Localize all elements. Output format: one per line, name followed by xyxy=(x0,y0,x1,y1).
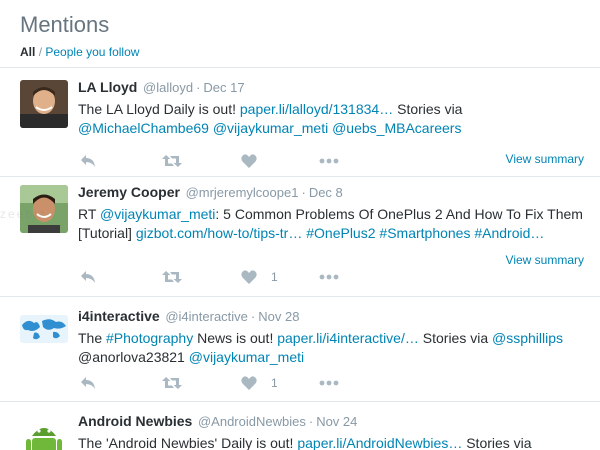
avatar[interactable] xyxy=(20,185,68,233)
tweet-text-segment: @anorlova23821 xyxy=(78,349,189,365)
tweet-meta: i4interactive @i4interactive · Nov 28 xyxy=(78,307,586,326)
more-button[interactable] xyxy=(319,267,339,287)
tweet-text: RT @vijaykumar_meti: 5 Common Problems O… xyxy=(78,205,588,243)
tweet-text-segment: The xyxy=(78,330,107,346)
meta-dot: · xyxy=(250,309,256,324)
tweet-date[interactable]: Nov 24 xyxy=(316,414,357,429)
reply-icon xyxy=(81,155,95,167)
reply-icon xyxy=(81,377,95,389)
more-icon xyxy=(319,380,339,386)
author-name[interactable]: LA Lloyd xyxy=(78,79,137,95)
more-button[interactable] xyxy=(319,373,339,393)
like-button[interactable]: 1 xyxy=(241,267,278,287)
tweet-link[interactable]: paper.li/i4interactive/… xyxy=(277,330,419,346)
tweet-text: The LA Lloyd Daily is out! paper.li/lall… xyxy=(78,100,588,138)
tweet-link[interactable]: paper.li/lalloyd/131834… xyxy=(240,101,393,117)
heart-icon xyxy=(241,270,257,284)
tweet-mention[interactable]: #Photography xyxy=(106,330,193,346)
retweet-button[interactable] xyxy=(162,267,182,287)
view-summary-link[interactable]: View summary xyxy=(506,253,584,267)
tweet-text-segment: Stories via xyxy=(393,101,463,117)
reply-icon xyxy=(81,271,95,283)
tweet-mention[interactable]: @ssphillips xyxy=(492,330,563,346)
author-handle[interactable]: @i4interactive xyxy=(165,309,248,324)
tweet-mention[interactable]: @vijaykumar_meti xyxy=(100,206,215,222)
tweet-mention[interactable]: @MichaelChambe69 xyxy=(78,120,209,136)
reply-button[interactable] xyxy=(80,373,96,393)
meta-dot: · xyxy=(301,185,306,200)
tweet-mention[interactable]: #OnePlus2 xyxy=(306,225,375,241)
like-button[interactable] xyxy=(241,151,271,171)
tweet-date[interactable]: Nov 28 xyxy=(258,309,299,324)
tweet-mention[interactable]: @uebs_MBAcareers xyxy=(332,120,461,136)
tweet-text-segment: Stories via xyxy=(418,330,493,346)
more-button[interactable] xyxy=(319,151,339,171)
tweet-item[interactable]: i4interactive @i4interactive · Nov 28 The … xyxy=(0,297,600,402)
meta-dot: · xyxy=(308,414,314,429)
tweet-actions: 1 View summary xyxy=(78,253,588,287)
tweet-link[interactable]: paper.li/AndroidNewbies… xyxy=(297,435,462,450)
tweet-link[interactable]: gizbot.com/how-to/tips-tr… xyxy=(136,225,303,241)
tweet-item[interactable]: Jeremy Cooper @mrjeremylcoope1 · Dec 8 RT … xyxy=(0,177,600,297)
tweet-text: The 'Android Newbies' Daily is out! pape… xyxy=(78,434,588,450)
tweet-meta: Jeremy Cooper @mrjeremylcoope1 · Dec 8 xyxy=(78,183,586,202)
page-title: Mentions xyxy=(20,12,110,37)
author-handle[interactable]: @AndroidNewbies xyxy=(198,414,306,429)
tweet-text-segment: The 'Android Newbies' Daily is out! xyxy=(78,435,298,450)
mentions-page: Mentions All / People you follow LA Lloy… xyxy=(0,0,600,450)
mentions-header: Mentions All / People you follow xyxy=(0,0,600,68)
avatar[interactable] xyxy=(20,315,68,343)
tweet-text-segment: RT xyxy=(78,206,101,222)
tweet-text-segment: Stories via xyxy=(462,435,532,450)
avatar[interactable] xyxy=(20,414,68,450)
author-handle[interactable]: @mrjeremylcoope1 xyxy=(186,185,299,200)
retweet-button[interactable] xyxy=(162,151,182,171)
retweet-button[interactable] xyxy=(162,373,182,393)
author-name[interactable]: i4interactive xyxy=(78,308,160,324)
tweet-text-segment: News is out! xyxy=(193,330,278,346)
tweet-content: Jeremy Cooper @mrjeremylcoope1 · Dec 8 RT … xyxy=(78,183,586,243)
tweet-mention[interactable]: #Android… xyxy=(474,225,544,241)
tweet-item[interactable]: LA Lloyd @lalloyd · Dec 17 The LA Lloyd Da… xyxy=(0,68,600,177)
like-button[interactable]: 1 xyxy=(241,373,278,393)
tweet-date[interactable]: Dec 17 xyxy=(203,80,244,95)
tweet-item[interactable]: Android Newbies @AndroidNewbies · Nov 24 T… xyxy=(0,402,600,450)
retweet-icon xyxy=(162,155,182,167)
mentions-filter: All / People you follow xyxy=(20,44,600,60)
tweet-text-segment: The LA Lloyd Daily is out! xyxy=(78,101,240,117)
more-icon xyxy=(319,274,339,280)
more-icon xyxy=(319,158,339,164)
tweet-mention[interactable]: @vijaykumar_meti xyxy=(213,120,328,136)
tweet-actions: View summary xyxy=(78,151,588,171)
reply-button[interactable] xyxy=(80,151,96,171)
tweet-meta: Android Newbies @AndroidNewbies · Nov 24 xyxy=(78,412,586,431)
retweet-icon xyxy=(162,377,182,389)
filter-separator: / xyxy=(38,45,43,59)
tweet-mention[interactable]: @vijaykumar_meti xyxy=(189,349,304,365)
meta-dot: · xyxy=(196,80,201,95)
reply-button[interactable] xyxy=(80,267,96,287)
filter-all[interactable]: All xyxy=(20,45,35,59)
tweet-content: i4interactive @i4interactive · Nov 28 The … xyxy=(78,307,586,367)
view-summary-link[interactable]: View summary xyxy=(506,152,584,166)
tweet-mention[interactable]: #Smartphones xyxy=(379,225,470,241)
tweet-text: The #Photography News is out! paper.li/i… xyxy=(78,329,588,367)
author-handle[interactable]: @lalloyd xyxy=(143,80,193,95)
tweet-date[interactable]: Dec 8 xyxy=(309,185,343,200)
author-name[interactable]: Jeremy Cooper xyxy=(78,184,180,200)
like-count: 1 xyxy=(271,376,278,390)
retweet-icon xyxy=(162,271,182,283)
tweet-actions: 1 xyxy=(78,373,588,393)
filter-people-you-follow[interactable]: People you follow xyxy=(45,45,139,59)
heart-icon xyxy=(241,376,257,390)
heart-icon xyxy=(241,154,257,168)
tweet-content: Android Newbies @AndroidNewbies · Nov 24 T… xyxy=(78,412,586,450)
author-name[interactable]: Android Newbies xyxy=(78,413,192,429)
tweet-content: LA Lloyd @lalloyd · Dec 17 The LA Lloyd Da… xyxy=(78,78,586,138)
avatar[interactable] xyxy=(20,80,68,128)
tweet-meta: LA Lloyd @lalloyd · Dec 17 xyxy=(78,78,586,97)
like-count: 1 xyxy=(271,270,278,284)
